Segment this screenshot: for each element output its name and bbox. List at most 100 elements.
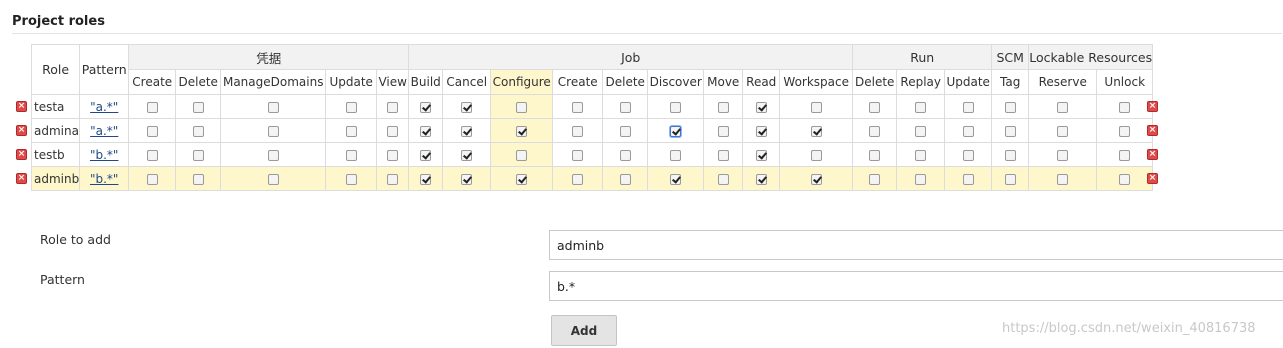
permission-checkbox-job-build[interactable] xyxy=(420,101,432,113)
permission-checkbox-credentials-managedomains[interactable] xyxy=(267,173,279,185)
permission-checkbox-credentials-delete[interactable] xyxy=(192,125,204,137)
pattern-link[interactable]: "a.*" xyxy=(90,100,118,114)
permission-checkbox-lockable-resources-unlock[interactable] xyxy=(1119,101,1131,113)
permission-checkbox-credentials-view[interactable] xyxy=(387,173,399,185)
delete-role-icon[interactable]: × xyxy=(1147,149,1158,160)
permission-checkbox-run-update[interactable] xyxy=(962,125,974,137)
permission-checkbox-job-configure[interactable] xyxy=(516,125,528,137)
permission-checkbox-job-discover[interactable] xyxy=(670,173,682,185)
permission-checkbox-job-move[interactable] xyxy=(717,125,729,137)
permission-checkbox-credentials-create[interactable] xyxy=(146,101,158,113)
permission-checkbox-job-build[interactable] xyxy=(420,173,432,185)
permission-checkbox-job-discover[interactable] xyxy=(670,125,682,137)
permission-checkbox-credentials-view[interactable] xyxy=(387,149,399,161)
pattern-link[interactable]: "b.*" xyxy=(90,148,118,162)
permission-checkbox-job-delete[interactable] xyxy=(619,173,631,185)
permission-checkbox-job-delete[interactable] xyxy=(619,149,631,161)
permission-checkbox-job-build[interactable] xyxy=(420,125,432,137)
permission-checkbox-credentials-delete[interactable] xyxy=(192,101,204,113)
permission-checkbox-lockable-resources-reserve[interactable] xyxy=(1057,101,1069,113)
permission-checkbox-credentials-managedomains[interactable] xyxy=(267,149,279,161)
permission-checkbox-scm-tag[interactable] xyxy=(1004,101,1016,113)
permission-checkbox-scm-tag[interactable] xyxy=(1004,149,1016,161)
permission-checkbox-job-cancel[interactable] xyxy=(461,125,473,137)
permission-checkbox-credentials-create[interactable] xyxy=(146,125,158,137)
permission-checkbox-job-read[interactable] xyxy=(755,125,767,137)
permission-checkbox-job-read[interactable] xyxy=(755,149,767,161)
permission-checkbox-job-workspace[interactable] xyxy=(810,173,822,185)
permission-checkbox-run-delete[interactable] xyxy=(869,149,881,161)
permission-checkbox-job-configure[interactable] xyxy=(516,149,528,161)
permission-checkbox-lockable-resources-reserve[interactable] xyxy=(1057,173,1069,185)
delete-role-icon[interactable]: × xyxy=(16,173,27,184)
permission-checkbox-job-create[interactable] xyxy=(572,125,584,137)
permission-checkbox-run-update[interactable] xyxy=(962,149,974,161)
permission-checkbox-credentials-delete[interactable] xyxy=(192,149,204,161)
permission-checkbox-run-delete[interactable] xyxy=(869,173,881,185)
permission-checkbox-credentials-create[interactable] xyxy=(146,149,158,161)
delete-role-icon[interactable]: × xyxy=(16,125,27,136)
permission-cell xyxy=(128,166,177,191)
delete-role-icon[interactable]: × xyxy=(16,149,27,160)
add-button[interactable]: Add xyxy=(551,315,617,346)
permission-checkbox-run-replay[interactable] xyxy=(915,101,927,113)
pattern-link[interactable]: "b.*" xyxy=(90,172,118,186)
permission-cell xyxy=(991,94,1030,119)
permission-checkbox-job-cancel[interactable] xyxy=(461,101,473,113)
permission-checkbox-job-workspace[interactable] xyxy=(810,149,822,161)
role-to-add-input[interactable] xyxy=(549,230,1283,260)
permission-checkbox-credentials-managedomains[interactable] xyxy=(267,101,279,113)
delete-role-icon[interactable]: × xyxy=(1147,101,1158,112)
permission-checkbox-job-read[interactable] xyxy=(755,173,767,185)
permission-checkbox-lockable-resources-reserve[interactable] xyxy=(1057,149,1069,161)
permission-checkbox-scm-tag[interactable] xyxy=(1004,173,1016,185)
permission-checkbox-scm-tag[interactable] xyxy=(1004,125,1016,137)
permission-checkbox-job-create[interactable] xyxy=(572,149,584,161)
permission-checkbox-job-delete[interactable] xyxy=(619,125,631,137)
permission-checkbox-job-cancel[interactable] xyxy=(461,149,473,161)
pattern-input[interactable] xyxy=(549,271,1283,301)
permission-checkbox-credentials-delete[interactable] xyxy=(192,173,204,185)
permission-checkbox-lockable-resources-unlock[interactable] xyxy=(1119,149,1131,161)
permission-checkbox-credentials-update[interactable] xyxy=(345,101,357,113)
permission-checkbox-run-update[interactable] xyxy=(962,173,974,185)
permission-checkbox-job-read[interactable] xyxy=(755,101,767,113)
delete-role-icon[interactable]: × xyxy=(1147,173,1158,184)
permission-checkbox-job-build[interactable] xyxy=(420,149,432,161)
permission-cell xyxy=(490,94,554,119)
delete-role-icon[interactable]: × xyxy=(1147,125,1158,136)
permission-checkbox-run-replay[interactable] xyxy=(915,173,927,185)
permission-checkbox-credentials-create[interactable] xyxy=(146,173,158,185)
permission-checkbox-job-discover[interactable] xyxy=(670,101,682,113)
permission-checkbox-lockable-resources-reserve[interactable] xyxy=(1057,125,1069,137)
permission-checkbox-run-delete[interactable] xyxy=(869,101,881,113)
permission-checkbox-credentials-view[interactable] xyxy=(387,101,399,113)
permission-checkbox-credentials-update[interactable] xyxy=(345,173,357,185)
permission-checkbox-run-delete[interactable] xyxy=(869,125,881,137)
permission-checkbox-credentials-view[interactable] xyxy=(387,125,399,137)
permission-checkbox-job-cancel[interactable] xyxy=(461,173,473,185)
permission-checkbox-job-move[interactable] xyxy=(717,173,729,185)
permission-checkbox-job-move[interactable] xyxy=(717,101,729,113)
pattern-link[interactable]: "a.*" xyxy=(90,124,118,138)
delete-role-icon[interactable]: × xyxy=(16,101,27,112)
permission-checkbox-credentials-update[interactable] xyxy=(345,125,357,137)
permission-checkbox-job-workspace[interactable] xyxy=(810,101,822,113)
permission-checkbox-job-delete[interactable] xyxy=(619,101,631,113)
permission-checkbox-job-configure[interactable] xyxy=(516,173,528,185)
permission-checkbox-credentials-update[interactable] xyxy=(345,149,357,161)
permission-checkbox-lockable-resources-unlock[interactable] xyxy=(1119,173,1131,185)
permission-checkbox-run-update[interactable] xyxy=(962,101,974,113)
permission-checkbox-job-workspace[interactable] xyxy=(810,125,822,137)
permission-checkbox-job-configure[interactable] xyxy=(516,101,528,113)
permission-checkbox-job-create[interactable] xyxy=(572,173,584,185)
permission-cell xyxy=(896,118,946,143)
permission-checkbox-job-discover[interactable] xyxy=(670,149,682,161)
permission-cell xyxy=(175,166,222,191)
permission-checkbox-run-replay[interactable] xyxy=(915,125,927,137)
permission-checkbox-job-move[interactable] xyxy=(717,149,729,161)
permission-checkbox-lockable-resources-unlock[interactable] xyxy=(1119,125,1131,137)
permission-checkbox-job-create[interactable] xyxy=(572,101,584,113)
permission-checkbox-credentials-managedomains[interactable] xyxy=(267,125,279,137)
permission-checkbox-run-replay[interactable] xyxy=(915,149,927,161)
